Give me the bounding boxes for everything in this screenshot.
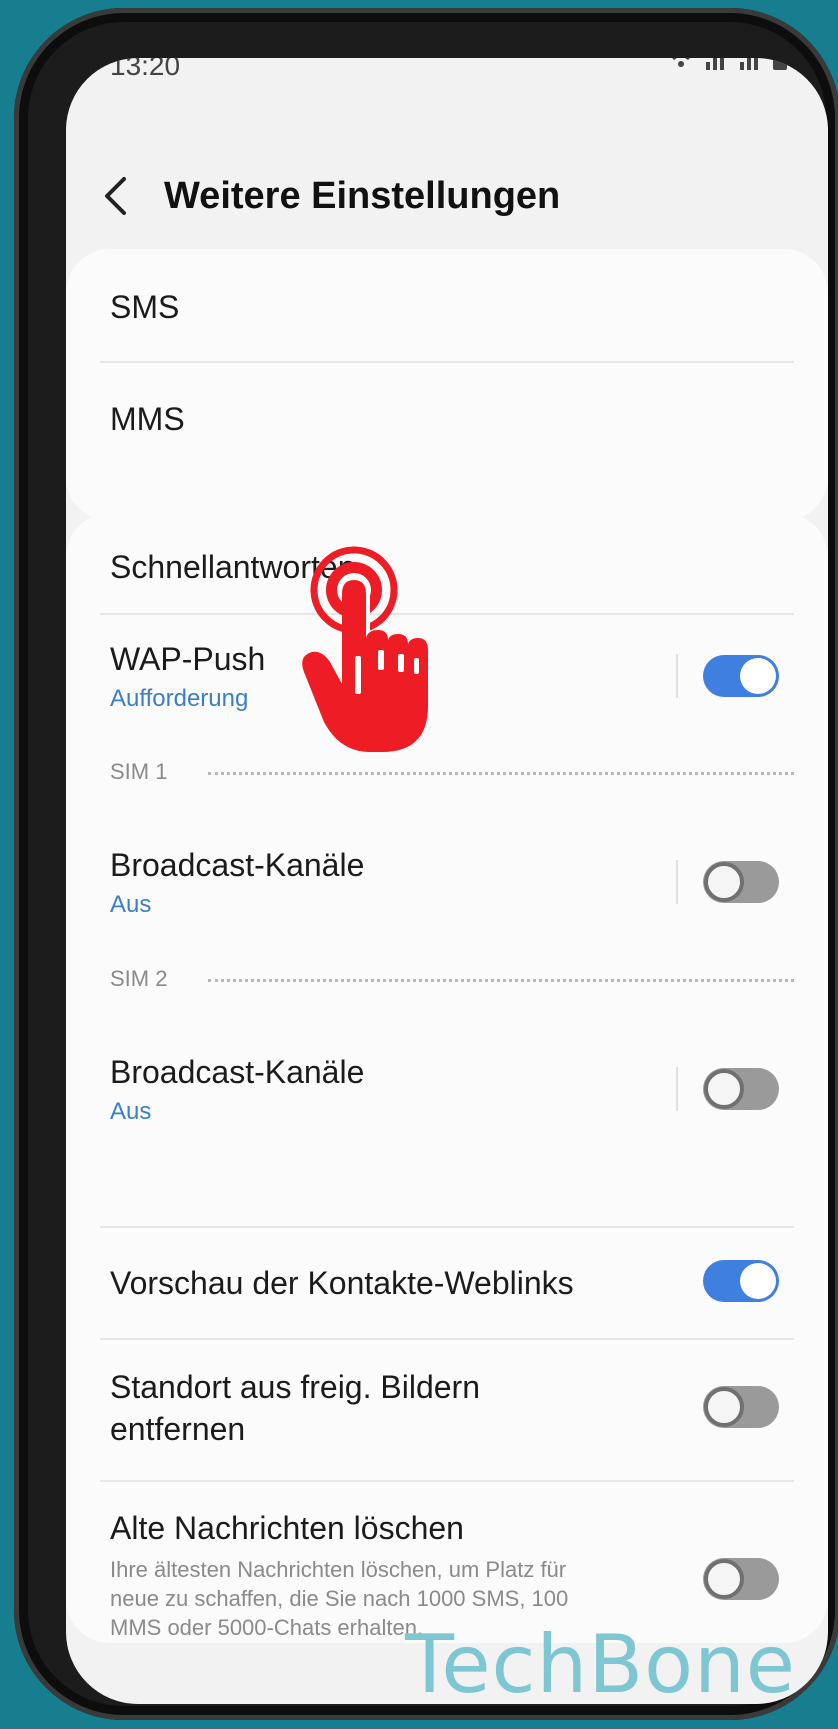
wifi-icon [672, 58, 690, 67]
dotted-divider [208, 979, 794, 982]
status-bar: 13:20 [110, 58, 788, 81]
wap-push-toggle[interactable] [703, 655, 779, 697]
tap-hand-icon [302, 546, 428, 752]
sim1-broadcast-toggle[interactable] [703, 861, 779, 903]
remove-location-label-line1: Standort aus freig. Bildern [110, 1369, 480, 1405]
status-time: 13:20 [110, 58, 181, 81]
sim2-broadcast-status: Aus [110, 1098, 152, 1125]
delete-old-toggle[interactable] [703, 1558, 779, 1600]
preview-weblinks-toggle[interactable] [703, 1260, 779, 1302]
status-icons [666, 58, 788, 70]
settings-group-more: Schnellantworten WAP-Push Aufforderung S… [66, 513, 828, 1643]
app-header: Weitere Einstellungen [102, 158, 560, 234]
signal-icon [740, 58, 758, 70]
delete-old-label: Alte Nachrichten löschen [110, 1510, 464, 1546]
vertical-separator [676, 654, 678, 698]
sim2-broadcast-label: Broadcast-Kanäle [110, 1054, 365, 1090]
screen: 13:20 Weitere Einstellungen SMS MMS Schn… [66, 58, 828, 1704]
remove-location-label-line2: entfernen [110, 1411, 246, 1447]
sim2-header: SIM 2 [110, 966, 168, 991]
vertical-separator [676, 1067, 678, 1111]
wap-push-status: Aufforderung [110, 685, 249, 712]
sim1-header: SIM 1 [110, 759, 168, 784]
dotted-divider [208, 772, 794, 775]
wap-push-label: WAP-Push [110, 641, 266, 677]
preview-weblinks-label: Vorschau der Kontakte-Weblinks [110, 1265, 574, 1301]
settings-group-messages: SMS MMS [66, 249, 828, 521]
watermark: TechBone [405, 1618, 796, 1711]
sim1-broadcast-label: Broadcast-Kanäle [110, 847, 365, 883]
delete-old-description-line1: Ihre ältesten Nachrichten löschen, um Pl… [110, 1557, 567, 1582]
battery-icon [773, 58, 787, 70]
phone-frame: 13:20 Weitere Einstellungen SMS MMS Schn… [14, 8, 838, 1720]
back-arrow-icon[interactable] [102, 166, 142, 226]
mms-settings-item[interactable] [110, 363, 794, 475]
vertical-separator [676, 860, 678, 904]
remove-location-toggle[interactable] [703, 1386, 779, 1428]
signal-icon [706, 58, 724, 70]
sms-label: SMS [110, 289, 180, 325]
mms-label: MMS [110, 401, 185, 437]
delete-old-description-line2: neue zu schaffen, die Sie nach 1000 SMS,… [110, 1586, 569, 1611]
sms-settings-item[interactable] [110, 249, 794, 361]
page-title: Weitere Einstellungen [164, 174, 561, 217]
sim1-broadcast-status: Aus [110, 891, 152, 918]
sim2-broadcast-toggle[interactable] [703, 1068, 779, 1110]
remove-location-item[interactable] [110, 1340, 794, 1480]
